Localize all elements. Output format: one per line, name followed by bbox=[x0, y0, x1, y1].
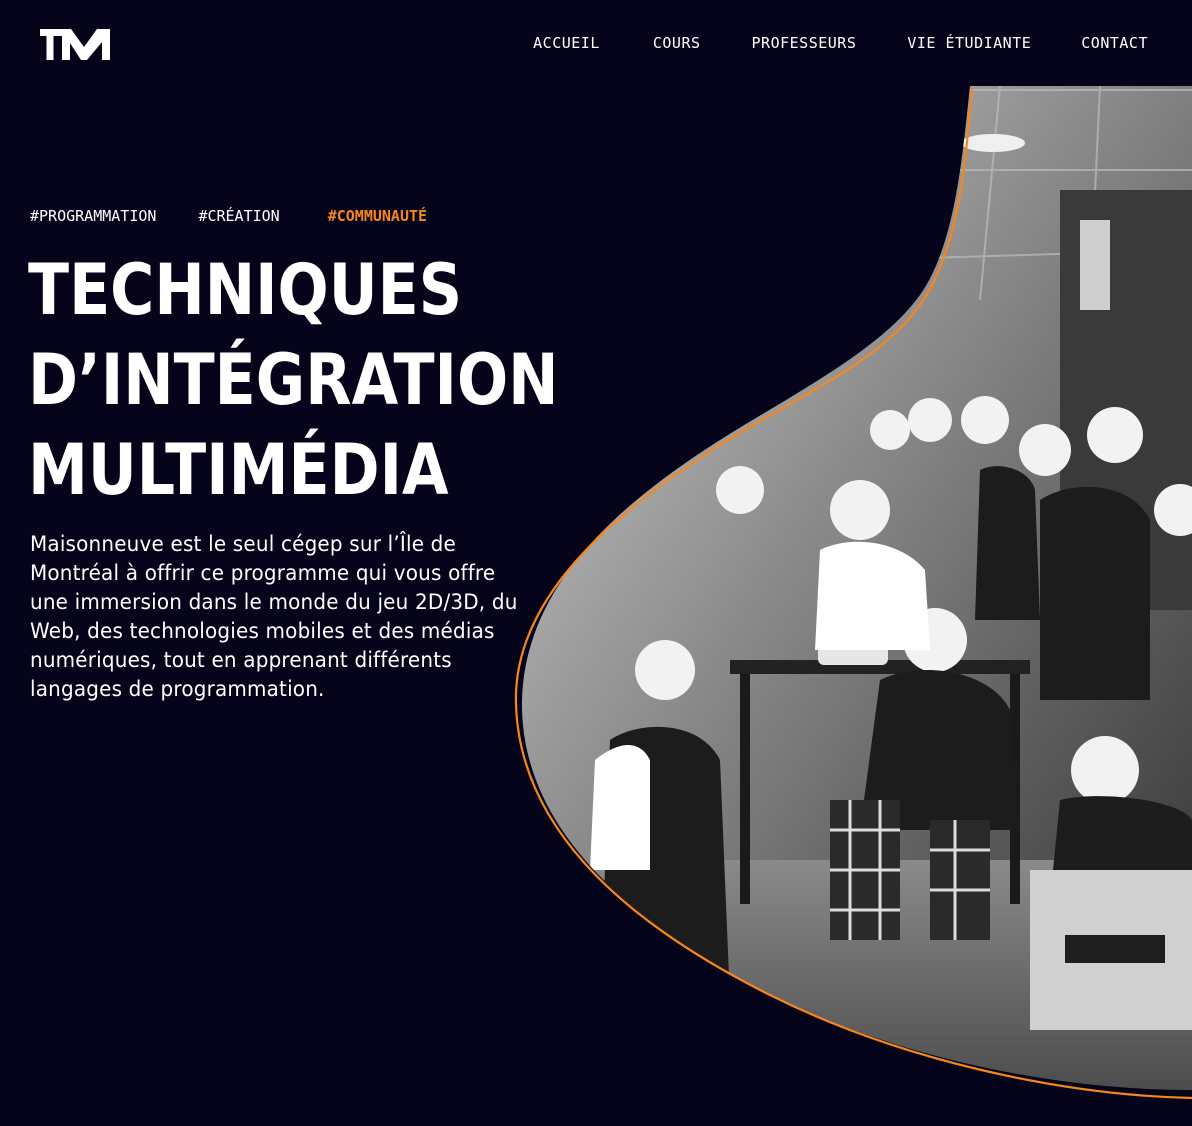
title-line-1: TECHNIQUES bbox=[28, 249, 463, 331]
hero-tags: #PROGRAMMATION #CRÉATION #COMMUNAUTÉ bbox=[30, 207, 427, 225]
nav-accueil[interactable]: ACCUEIL bbox=[533, 34, 600, 52]
accent-curve bbox=[514, 87, 1192, 1100]
tim-logo[interactable] bbox=[40, 26, 112, 62]
title-line-2: D’INTÉGRATION bbox=[28, 339, 559, 421]
title-line-3: MULTIMÉDIA bbox=[28, 429, 449, 511]
tag-creation[interactable]: #CRÉATION bbox=[198, 207, 279, 225]
nav-professeurs[interactable]: PROFESSEURS bbox=[752, 34, 857, 52]
tag-communaute[interactable]: #COMMUNAUTÉ bbox=[328, 207, 427, 225]
nav-vie-etudiante[interactable]: VIE ÉTUDIANTE bbox=[907, 34, 1031, 52]
page-title: TECHNIQUES D’INTÉGRATION MULTIMÉDIA bbox=[28, 245, 559, 515]
main-nav: ACCUEIL COURS PROFESSEURS VIE ÉTUDIANTE … bbox=[533, 34, 1148, 52]
group-photo bbox=[521, 86, 1192, 1090]
hero-description: Maisonneuve est le seul cégep sur l’Île … bbox=[30, 532, 518, 701]
nav-contact[interactable]: CONTACT bbox=[1081, 34, 1148, 52]
tag-programmation[interactable]: #PROGRAMMATION bbox=[30, 207, 156, 225]
nav-cours[interactable]: COURS bbox=[653, 34, 701, 52]
